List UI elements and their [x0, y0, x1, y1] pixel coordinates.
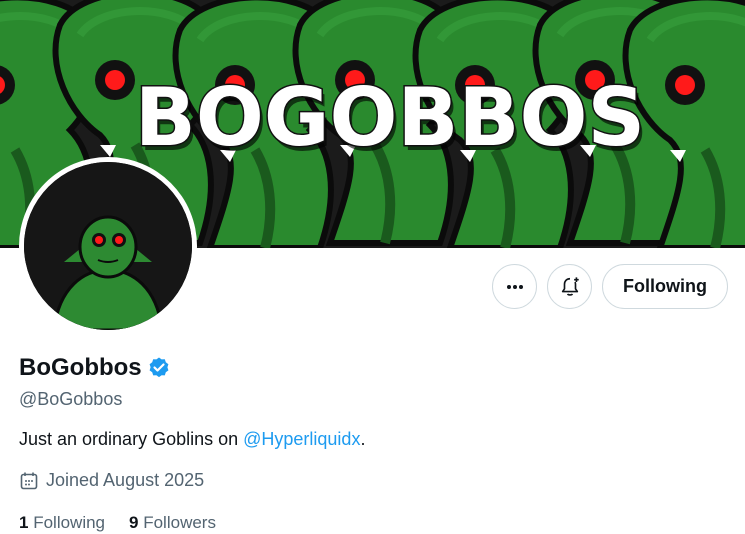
display-name-row: BoGobbos — [19, 354, 171, 382]
more-horizontal-icon — [506, 284, 523, 289]
notifications-button[interactable] — [547, 264, 593, 309]
bio-mention-link[interactable]: @Hyperliquidx — [243, 429, 360, 449]
followers-label: Followers — [143, 513, 216, 532]
banner-title: BOGOBBOS — [135, 71, 645, 164]
following-button[interactable]: Following — [602, 264, 728, 309]
bell-plus-icon — [561, 276, 579, 296]
followers-count: 9 — [129, 513, 139, 532]
verified-badge-icon[interactable] — [147, 356, 171, 380]
follow-stats: 1 Following 9 Followers — [19, 513, 216, 533]
bio-text: Just an ordinary Goblins on — [19, 429, 244, 449]
following-label: Following — [33, 513, 106, 532]
calendar-icon — [20, 472, 38, 489]
following-stat[interactable]: 1 Following — [19, 513, 105, 533]
joined-date: Joined August 2025 — [19, 470, 204, 491]
display-name: BoGobbos — [19, 354, 142, 381]
joined-text: Joined August 2025 — [46, 470, 205, 490]
bio-end: . — [360, 429, 366, 449]
profile-bio: Just an ordinary Goblins on @Hyperliquid… — [19, 429, 365, 450]
profile-avatar[interactable] — [19, 157, 197, 335]
profile-handle: @BoGobbos — [19, 389, 123, 409]
following-count: 1 — [19, 513, 29, 532]
avatar — [24, 162, 192, 330]
goblin-avatar-image — [24, 162, 192, 330]
followers-stat[interactable]: 9 Followers — [129, 513, 216, 533]
more-button[interactable] — [492, 264, 538, 309]
profile-actions: Following — [492, 264, 728, 309]
